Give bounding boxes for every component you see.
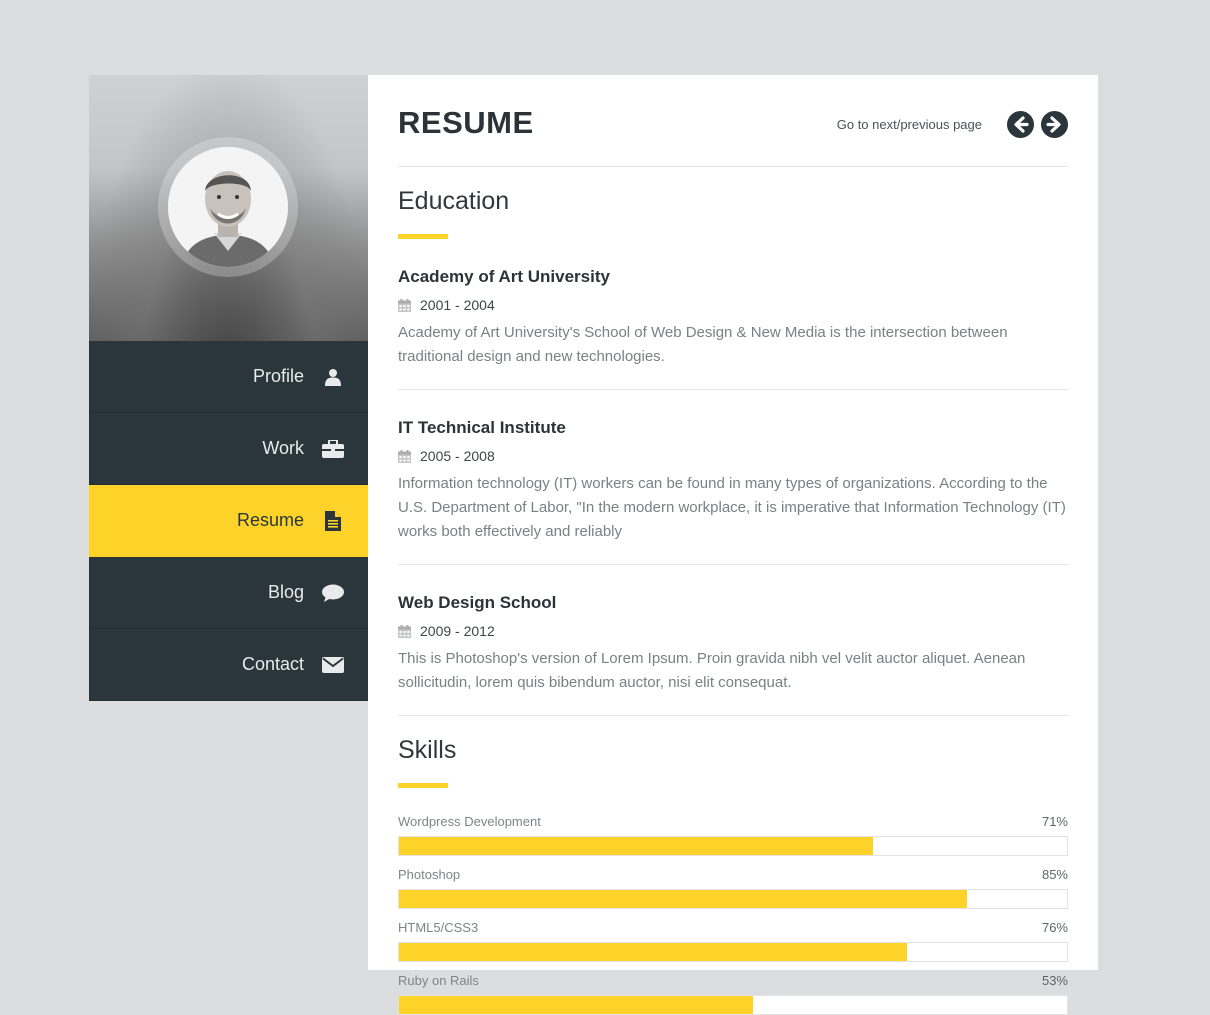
envelope-icon (322, 654, 344, 676)
education-item: Web Design School 2009 - 2012 This is Ph… (398, 565, 1068, 716)
briefcase-icon (322, 438, 344, 460)
sidebar-item-profile[interactable]: Profile (89, 341, 368, 413)
calendar-icon (398, 298, 411, 312)
education-description: Information technology (IT) workers can … (398, 475, 1066, 540)
skill-progress-bar (398, 889, 1068, 909)
date-range: 2009 - 2012 (420, 623, 495, 639)
skill-progress-fill (399, 890, 967, 908)
page-header: RESUME Go to next/previous page (398, 75, 1068, 167)
sidebar-item-label: Resume (236, 510, 304, 530)
skill-percent: 76% (1041, 920, 1068, 935)
sidebar-item-label: Contact (241, 654, 304, 674)
skill-name: HTML5/CSS3 (398, 920, 479, 935)
skill-item: Photoshop 85% (398, 867, 1068, 909)
sidebar-item-label: Work (262, 438, 304, 458)
skill-name: Photoshop (398, 867, 461, 882)
education-item: Academy of Art University 2001 - 2004 Ac… (398, 239, 1068, 390)
education-name: Academy of Art University (398, 267, 610, 286)
sidebar-item-contact[interactable]: Contact (89, 629, 368, 701)
next-page-button[interactable] (1041, 111, 1068, 138)
education-date: 2005 - 2008 (398, 448, 1068, 464)
skill-item: Wordpress Development 71% (398, 814, 1068, 856)
speech-bubble-icon (322, 582, 344, 604)
avatar (168, 147, 288, 267)
education-name: IT Technical Institute (398, 418, 566, 437)
skills-list: Wordpress Development 71% Photoshop 85% … (398, 814, 1068, 1015)
education-name: Web Design School (398, 593, 557, 612)
skill-progress-fill (399, 943, 907, 961)
sidebar: Profile Work Resume Blog Contact (89, 75, 368, 701)
skill-progress-fill (399, 837, 874, 855)
sidebar-item-blog[interactable]: Blog (89, 557, 368, 629)
skill-progress-fill (399, 996, 754, 1014)
education-heading: Education (398, 187, 510, 215)
education-description: This is Photoshop's version of Lorem Ips… (398, 650, 1026, 691)
sidebar-item-label: Blog (267, 582, 304, 602)
education-item: IT Technical Institute 2005 - 2008 Infor… (398, 390, 1068, 565)
user-icon (322, 366, 344, 388)
arrow-left-icon (1007, 111, 1034, 138)
date-range: 2001 - 2004 (420, 297, 495, 313)
document-icon (322, 510, 344, 532)
profile-hero (89, 75, 368, 341)
skill-item: Ruby on Rails 53% (398, 973, 1068, 1015)
calendar-icon (398, 449, 411, 463)
sidebar-item-label: Profile (252, 366, 304, 386)
arrow-right-icon (1041, 111, 1068, 138)
skill-percent: 85% (1041, 867, 1068, 882)
sidebar-item-work[interactable]: Work (89, 413, 368, 485)
skill-name: Ruby on Rails (398, 973, 479, 988)
skill-progress-bar (398, 836, 1068, 856)
previous-page-button[interactable] (1007, 111, 1034, 138)
skill-item: HTML5/CSS3 76% (398, 920, 1068, 962)
date-range: 2005 - 2008 (420, 448, 495, 464)
calendar-icon (398, 624, 411, 638)
skill-name: Wordpress Development (398, 814, 541, 829)
pager: Go to next/previous page (837, 111, 1068, 138)
sidebar-item-resume[interactable]: Resume (89, 485, 368, 557)
skills-heading: Skills (398, 736, 457, 764)
education-date: 2009 - 2012 (398, 623, 1068, 639)
page-title: RESUME (398, 104, 534, 140)
skill-percent: 71% (1041, 814, 1068, 829)
skill-progress-bar (398, 995, 1068, 1015)
skill-percent: 53% (1041, 973, 1068, 988)
pager-text: Go to next/previous page (836, 117, 982, 132)
resume-panel: RESUME Go to next/previous page Educatio… (368, 75, 1098, 1015)
education-description: Academy of Art University's School of We… (398, 324, 1008, 365)
skill-progress-bar (398, 942, 1068, 962)
education-date: 2001 - 2004 (398, 297, 1068, 313)
section-accent-bar (398, 783, 448, 788)
